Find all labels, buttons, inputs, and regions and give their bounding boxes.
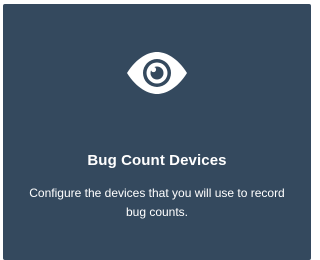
bug-count-devices-card[interactable]: Bug Count Devices Configure the devices …: [3, 4, 311, 260]
eye-icon: [125, 51, 189, 95]
card-title: Bug Count Devices: [87, 152, 227, 169]
card-description: Configure the devices that you will use …: [29, 186, 285, 219]
